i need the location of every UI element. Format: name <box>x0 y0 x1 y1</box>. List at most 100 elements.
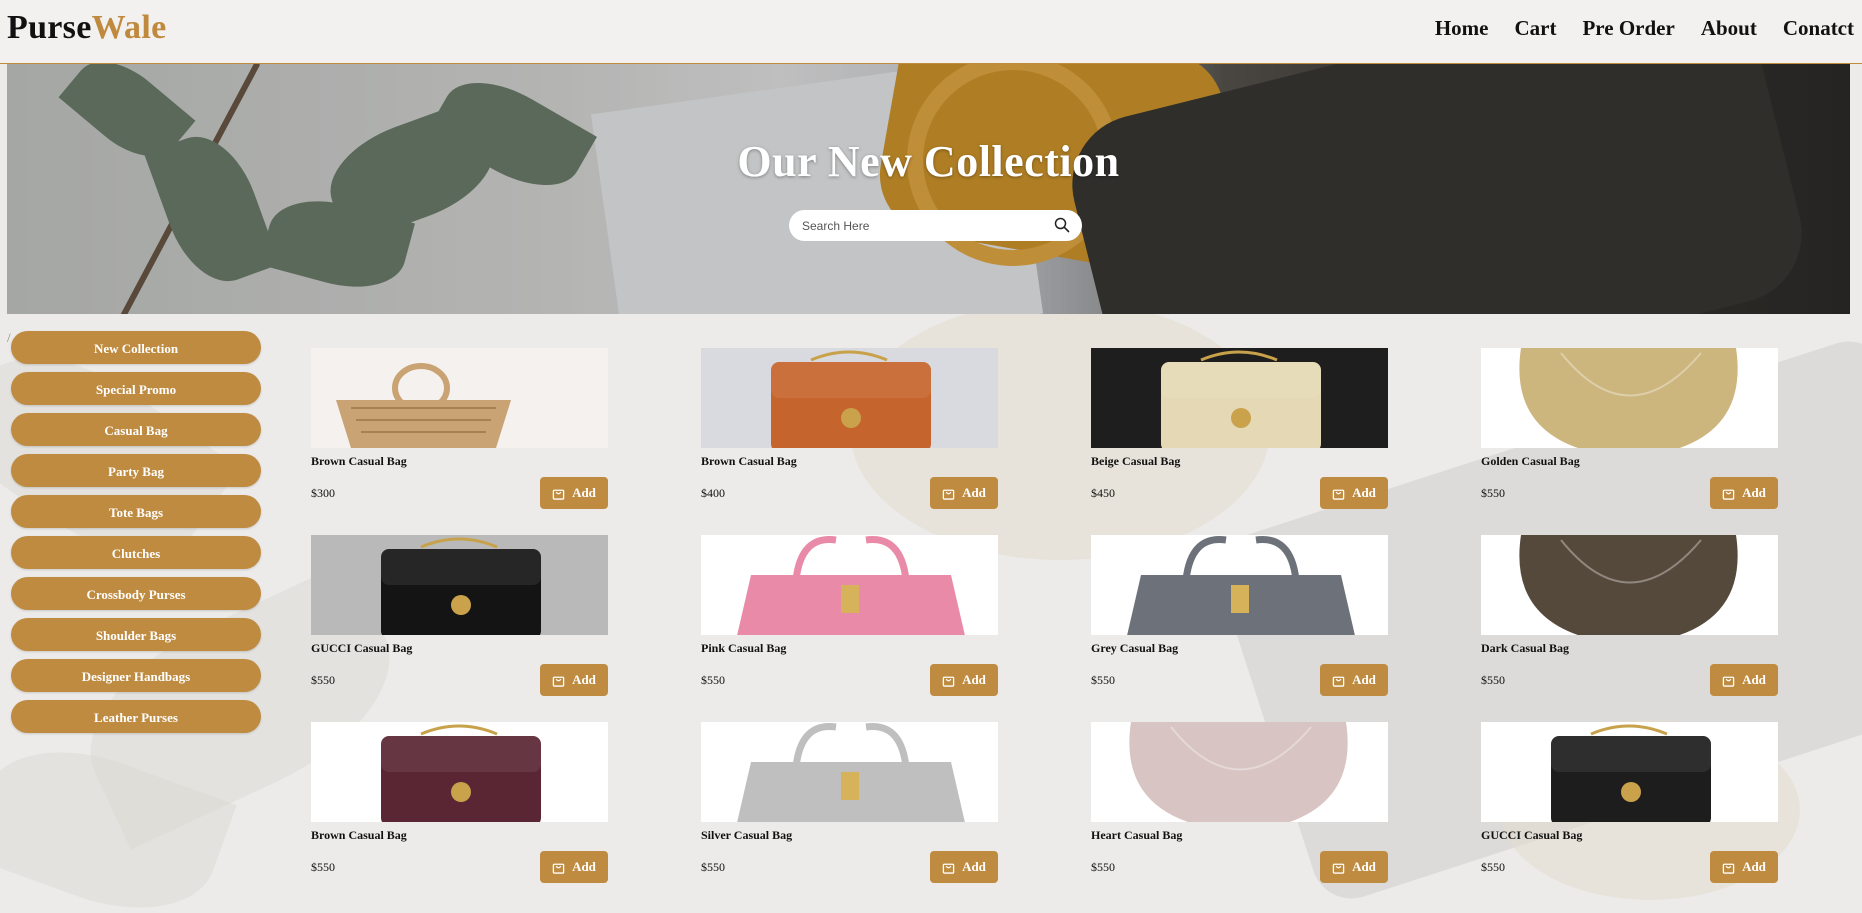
product-image[interactable] <box>1091 535 1388 635</box>
add-to-cart-button[interactable]: Add <box>540 477 608 509</box>
product-card: Brown Casual Bag $400 Add <box>701 348 998 518</box>
category-leather-purses[interactable]: Leather Purses <box>11 700 261 733</box>
add-to-cart-button[interactable]: Add <box>1710 664 1778 696</box>
category-crossbody-purses[interactable]: Crossbody Purses <box>11 577 261 610</box>
add-to-cart-button[interactable]: Add <box>930 851 998 883</box>
hero-banner: Our New Collection <box>7 64 1850 314</box>
category-clutches[interactable]: Clutches <box>11 536 261 569</box>
add-button-label: Add <box>1742 672 1766 687</box>
shopping-bag-icon <box>942 676 955 687</box>
product-card: Pink Casual Bag $550 Add <box>701 535 998 705</box>
product-name: GUCCI Casual Bag <box>1481 828 1583 842</box>
category-casual-bag[interactable]: Casual Bag <box>11 413 261 446</box>
product-card: Beige Casual Bag $450 Add <box>1091 348 1388 518</box>
add-to-cart-button[interactable]: Add <box>930 664 998 696</box>
product-name: Brown Casual Bag <box>311 454 407 468</box>
add-button-label: Add <box>1352 672 1376 687</box>
add-button-label: Add <box>1352 485 1376 500</box>
product-card: Grey Casual Bag $550 Add <box>1091 535 1388 705</box>
shopping-bag-icon <box>552 489 565 500</box>
product-image[interactable] <box>1481 535 1778 635</box>
product-card: Dark Casual Bag $550 Add <box>1481 535 1778 705</box>
nav-about[interactable]: About <box>1701 16 1757 41</box>
nav-cart[interactable]: Cart <box>1515 16 1557 41</box>
shopping-bag-icon <box>942 489 955 500</box>
product-name: Brown Casual Bag <box>311 828 407 842</box>
add-button-label: Add <box>572 485 596 500</box>
shopping-bag-icon <box>1722 489 1735 500</box>
product-image[interactable] <box>1091 722 1388 822</box>
shopping-bag-icon <box>1332 489 1345 500</box>
product-card: Silver Casual Bag $550 Add <box>701 722 998 892</box>
product-image[interactable] <box>701 348 998 448</box>
add-to-cart-button[interactable]: Add <box>1320 851 1388 883</box>
product-image[interactable] <box>311 348 608 448</box>
add-to-cart-button[interactable]: Add <box>540 664 608 696</box>
category-new-collection[interactable]: New Collection <box>11 331 261 364</box>
shopping-bag-icon <box>1332 863 1345 874</box>
product-price: $450 <box>1091 486 1115 500</box>
product-card: Brown Casual Bag $300 Add <box>311 348 608 518</box>
product-name: Beige Casual Bag <box>1091 454 1181 468</box>
product-price: $550 <box>1091 673 1115 687</box>
search-input[interactable] <box>800 217 1044 234</box>
product-image[interactable] <box>1481 348 1778 448</box>
nav-contact[interactable]: Conatct <box>1783 16 1854 41</box>
product-image[interactable] <box>1091 348 1388 448</box>
shopping-bag-icon <box>1722 676 1735 687</box>
product-price: $550 <box>1481 486 1505 500</box>
product-image[interactable] <box>1481 722 1778 822</box>
main-nav: Home Cart Pre Order About Conatct <box>1409 16 1854 41</box>
add-to-cart-button[interactable]: Add <box>1710 477 1778 509</box>
product-price: $550 <box>1481 860 1505 874</box>
brand-logo[interactable]: PurseWale <box>7 9 166 47</box>
category-sidebar: New Collection Special Promo Casual Bag … <box>11 331 261 741</box>
add-to-cart-button[interactable]: Add <box>1320 477 1388 509</box>
shopping-bag-icon <box>552 676 565 687</box>
product-price: $550 <box>311 860 335 874</box>
product-name: Dark Casual Bag <box>1481 641 1570 655</box>
product-card: Heart Casual Bag $550 Add <box>1091 722 1388 892</box>
product-card: GUCCI Casual Bag $550 Add <box>1481 722 1778 892</box>
category-special-promo[interactable]: Special Promo <box>11 372 261 405</box>
add-button-label: Add <box>962 859 986 874</box>
product-image[interactable] <box>311 722 608 822</box>
product-name: GUCCI Casual Bag <box>311 641 413 655</box>
product-price: $550 <box>1091 860 1115 874</box>
add-to-cart-button[interactable]: Add <box>1710 851 1778 883</box>
shopping-bag-icon <box>942 863 955 874</box>
add-button-label: Add <box>1352 859 1376 874</box>
product-price: $400 <box>701 486 725 500</box>
product-name: Brown Casual Bag <box>701 454 797 468</box>
search-bar <box>789 210 1082 241</box>
add-button-label: Add <box>572 672 596 687</box>
add-button-label: Add <box>1742 859 1766 874</box>
product-price: $550 <box>701 673 725 687</box>
nav-pre-order[interactable]: Pre Order <box>1582 16 1674 41</box>
category-shoulder-bags[interactable]: Shoulder Bags <box>11 618 261 651</box>
product-name: Grey Casual Bag <box>1091 641 1179 655</box>
product-card: GUCCI Casual Bag $550 Add <box>311 535 608 705</box>
product-price: $300 <box>311 486 335 500</box>
add-button-label: Add <box>1742 485 1766 500</box>
product-price: $550 <box>311 673 335 687</box>
product-image[interactable] <box>701 722 998 822</box>
category-designer-handbags[interactable]: Designer Handbags <box>11 659 261 692</box>
category-tote-bags[interactable]: Tote Bags <box>11 495 261 528</box>
add-button-label: Add <box>962 672 986 687</box>
product-price: $550 <box>701 860 725 874</box>
category-party-bag[interactable]: Party Bag <box>11 454 261 487</box>
brand-name-part1: Purse <box>7 9 92 46</box>
product-card: Golden Casual Bag $550 Add <box>1481 348 1778 518</box>
add-to-cart-button[interactable]: Add <box>540 851 608 883</box>
add-to-cart-button[interactable]: Add <box>930 477 998 509</box>
product-name: Pink Casual Bag <box>701 641 787 655</box>
product-image[interactable] <box>701 535 998 635</box>
brand-name-part2: Wale <box>91 9 167 46</box>
nav-home[interactable]: Home <box>1435 16 1489 41</box>
search-icon[interactable] <box>1054 217 1070 233</box>
add-button-label: Add <box>962 485 986 500</box>
product-image[interactable] <box>311 535 608 635</box>
product-card: Brown Casual Bag $550 Add <box>311 722 608 892</box>
add-to-cart-button[interactable]: Add <box>1320 664 1388 696</box>
